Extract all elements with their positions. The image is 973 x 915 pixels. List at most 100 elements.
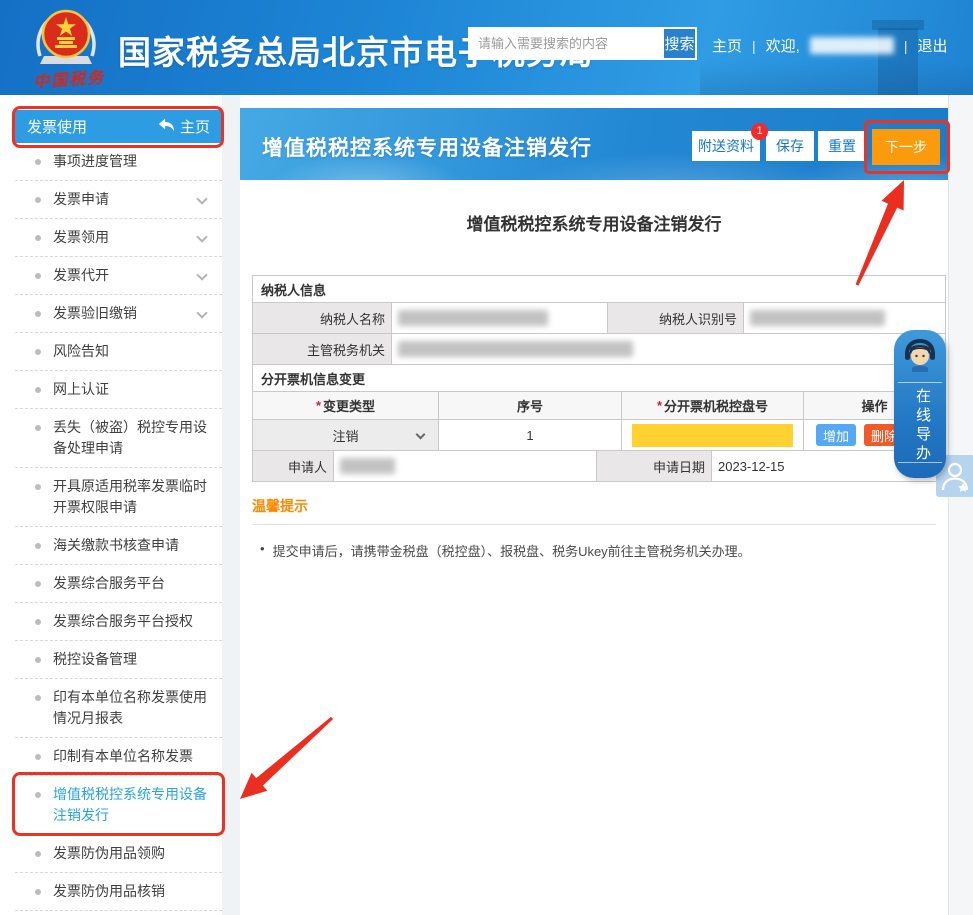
right-gutter xyxy=(948,95,973,915)
nav-divider: | xyxy=(752,38,756,54)
search-button[interactable]: 搜索 xyxy=(662,29,695,58)
bullet-icon xyxy=(35,754,41,760)
sidebar-item[interactable]: 发票综合服务平台授权 xyxy=(15,603,222,641)
sidebar-items: 事项进度管理 发票申请 发票领用 发票代开 发票验旧缴销 xyxy=(15,143,222,911)
sidebar-item[interactable]: 开具原适用税率发票临时开票权限申请 xyxy=(15,468,222,527)
bullet-icon xyxy=(35,197,41,203)
next-step-button[interactable]: 下一步 xyxy=(872,129,940,165)
sidebar-home-link[interactable]: 主页 xyxy=(158,116,210,137)
bullet-icon xyxy=(35,425,41,431)
redacted-text xyxy=(340,458,395,474)
bullet-icon xyxy=(35,543,41,549)
col-disk-no: * 分开票机税控盘号 xyxy=(621,392,803,419)
search-input[interactable] xyxy=(470,29,662,58)
machine-table-header: * 变更类型 序号 * 分开票机税控盘号 操作 xyxy=(253,391,945,419)
bullet-icon xyxy=(35,159,41,165)
bullet-icon xyxy=(35,311,41,317)
applicant-label: 申请人 xyxy=(253,451,333,481)
authority-row: 主管税务机关 xyxy=(253,333,945,364)
bullet-icon xyxy=(35,889,41,895)
home-link[interactable]: 主页 xyxy=(712,35,742,56)
sidebar-item[interactable]: 发票防伪用品核销 xyxy=(15,873,222,911)
taxpayer-row: 纳税人名称 纳税人识别号 xyxy=(253,302,945,333)
sidebar-item-current[interactable]: 增值税税控系统专用设备注销发行 xyxy=(15,776,222,835)
bullet-icon xyxy=(35,657,41,663)
nav-divider: | xyxy=(904,38,908,54)
sidebar-item[interactable]: 印制有本单位名称发票 xyxy=(15,738,222,776)
attach-materials-button[interactable]: 附送资料 xyxy=(692,131,760,161)
redacted-text xyxy=(750,310,885,326)
welcome-label: 欢迎, xyxy=(766,35,800,56)
required-mark: * xyxy=(657,398,662,413)
machine-section-row: 分开票机信息变更 xyxy=(253,364,945,391)
disk-no-cell xyxy=(621,420,803,450)
tip-bullet: • xyxy=(260,541,265,560)
great-wall-decoration xyxy=(700,60,973,95)
chevron-down-icon xyxy=(416,430,426,440)
add-row-button[interactable]: 增加 xyxy=(816,424,856,446)
taxpayer-section-row: 纳税人信息 xyxy=(253,276,945,302)
tips-title: 温馨提示 xyxy=(252,496,936,516)
sidebar-item[interactable]: 发票申请 xyxy=(15,181,222,219)
change-type-select[interactable]: 注销 xyxy=(253,420,438,450)
sidebar-item[interactable]: 丢失（被盗）税控专用设备处理申请 xyxy=(15,409,222,468)
sidebar-item[interactable]: 发票代开 xyxy=(15,257,222,295)
divider xyxy=(898,382,942,383)
date-label: 申请日期 xyxy=(596,451,711,481)
bullet-icon xyxy=(35,349,41,355)
sidebar-item[interactable]: 印有本单位名称发票使用情况月报表 xyxy=(15,679,222,738)
machine-section-title: 分开票机信息变更 xyxy=(253,365,945,391)
online-guide-panel[interactable]: 在线导办 xyxy=(894,330,946,478)
taxpayer-id-value xyxy=(743,303,945,333)
bullet-icon xyxy=(35,792,41,798)
sidebar-header: 发票使用 主页 xyxy=(15,110,222,143)
attach-badge: 1 xyxy=(751,123,768,140)
page-banner: 增值税税控系统专用设备注销发行 附送资料 1 保存 重置 下一步 xyxy=(240,108,948,180)
sidebar-item[interactable]: 发票综合服务平台 xyxy=(15,565,222,603)
back-arrow-icon xyxy=(158,118,175,136)
sidebar-item[interactable]: 海关缴款书核查申请 xyxy=(15,527,222,565)
col-serial: 序号 xyxy=(438,392,621,419)
divider xyxy=(898,462,942,463)
applicant-row: 申请人 申请日期 2023-12-15 xyxy=(253,450,945,481)
sidebar-main-gutter xyxy=(222,95,240,915)
sidebar-item[interactable]: 事项进度管理 xyxy=(15,143,222,181)
sidebar-item[interactable]: 网上认证 xyxy=(15,371,222,409)
bullet-icon xyxy=(35,387,41,393)
sidebar-item[interactable]: 发票防伪用品领购 xyxy=(15,835,222,873)
save-button[interactable]: 保存 xyxy=(766,131,814,161)
logout-link[interactable]: 退出 xyxy=(917,35,947,56)
machine-data-row: 注销 1 增加 删除 xyxy=(253,419,945,450)
page: 中国税务 国家税务总局北京市电子税务局 搜索 主页 | 欢迎, | 退出 发票使… xyxy=(0,0,973,915)
sidebar-item[interactable]: 发票领用 xyxy=(15,219,222,257)
taxpayer-name-label: 纳税人名称 xyxy=(253,303,391,333)
sidebar-item[interactable]: 风险告知 xyxy=(15,333,222,371)
authority-value xyxy=(391,334,945,364)
serial-value: 1 xyxy=(438,420,621,450)
disk-no-input[interactable] xyxy=(632,424,793,447)
header-nav: 主页 | 欢迎, | 退出 xyxy=(712,35,967,56)
header: 中国税务 国家税务总局北京市电子税务局 搜索 主页 | 欢迎, | 退出 xyxy=(0,0,973,95)
online-guide-label: 在线导办 xyxy=(912,388,964,464)
main-content: 增值税税控系统专用设备注销发行 纳税人信息 纳税人名称 纳税人识别号 主管税务机… xyxy=(240,180,948,915)
bullet-icon xyxy=(35,619,41,625)
redacted-username xyxy=(810,37,894,54)
tip-item: • 提交申请后，请携带金税盘（税控盘）、报税盘、税务Ukey前往主管税务机关办理… xyxy=(252,541,936,560)
taxpayer-id-label: 纳税人识别号 xyxy=(607,303,743,333)
bullet-icon xyxy=(35,581,41,587)
tips-section: 温馨提示 • 提交申请后，请携带金税盘（税控盘）、报税盘、税务Ukey前往主管税… xyxy=(252,496,936,560)
redacted-text xyxy=(398,310,548,326)
tips-divider xyxy=(252,524,936,525)
reset-button[interactable]: 重置 xyxy=(818,131,866,161)
redacted-text xyxy=(398,341,633,357)
bullet-icon xyxy=(35,235,41,241)
sidebar-title: 发票使用 xyxy=(27,116,158,137)
col-change-type: * 变更类型 xyxy=(253,392,438,419)
sidebar-item[interactable]: 税控设备管理 xyxy=(15,641,222,679)
search-group: 搜索 xyxy=(468,27,697,60)
customer-service-avatar-icon xyxy=(902,338,938,383)
sidebar: 发票使用 主页 事项进度管理 发票申请 发票领用 xyxy=(15,110,222,911)
required-mark: * xyxy=(316,398,321,413)
taxpayer-section-title: 纳税人信息 xyxy=(253,276,945,302)
sidebar-item[interactable]: 发票验旧缴销 xyxy=(15,295,222,333)
